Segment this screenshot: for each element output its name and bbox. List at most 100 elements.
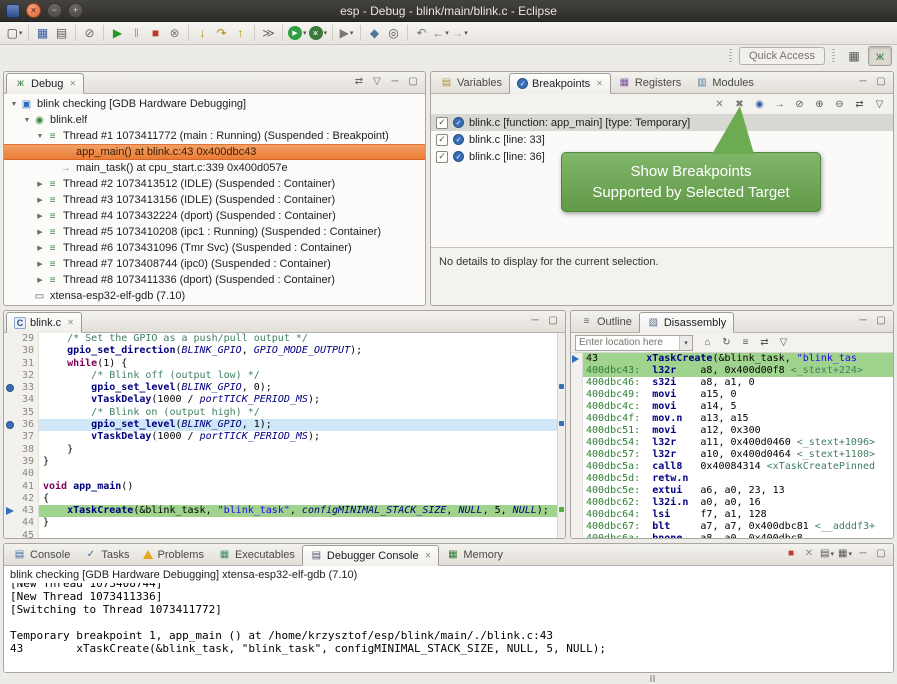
code-line-row[interactable]: 37 vTaskDelay(1000 / portTICK_PERIOD_MS)… [4, 431, 565, 443]
debug-tree-row[interactable]: ▶≡Thread #7 1073408744 (ipc0) (Suspended… [4, 256, 425, 272]
skip-all-breakpoints-button[interactable]: ⊘ [791, 96, 808, 112]
disassembly-line[interactable]: 400dbc57: l32r a10, 0x400d0464 <_stext+1… [583, 449, 893, 461]
link-with-debug-view-button[interactable]: ⇄ [851, 96, 868, 112]
open-perspective-button[interactable]: ▦ [842, 46, 866, 66]
code-line[interactable]: /* Blink off (output low) */ [39, 370, 565, 382]
debugger-console-output[interactable]: blink checking [GDB Hardware Debugging] … [4, 566, 893, 672]
debug-tree-row[interactable]: ▶≡Thread #3 1073413156 (IDLE) (Suspended… [4, 192, 425, 208]
disassembly-row[interactable]: 400dbc6a: bnone a8, a0, 0x400dbc8 [571, 533, 893, 538]
code-line-row[interactable]: 45 [4, 530, 565, 538]
disassembly-line[interactable]: 43 xTaskCreate(&blink_task, "blink_tas [583, 353, 893, 365]
disassembly-row[interactable]: 400dbc5d: retw.n [571, 473, 893, 485]
disassembly-row[interactable]: 400dbc62: l32i.n a0, a0, 16 [571, 497, 893, 509]
close-tab-icon[interactable]: ✕ [69, 79, 76, 88]
expander-icon[interactable]: ▶ [34, 244, 46, 252]
step-return-button[interactable]: ↑ [231, 24, 250, 43]
debug-perspective-button[interactable]: ж [868, 46, 892, 66]
expander-icon[interactable]: ▶ [34, 276, 46, 284]
disassembly-line[interactable]: 400dbc46: s32i a8, a1, 0 [583, 377, 893, 389]
debug-tree-row[interactable]: ▶≡Thread #8 1073411336 (dport) (Suspende… [4, 272, 425, 288]
tab-tasks[interactable]: ✓Tasks [77, 544, 136, 565]
editor-annotation-ruler[interactable] [4, 493, 17, 505]
editor-annotation-ruler[interactable] [4, 444, 17, 456]
debug-tree-row[interactable]: ▶≡Thread #6 1073431096 (Tmr Svc) (Suspen… [4, 240, 425, 256]
code-line[interactable]: } [39, 456, 565, 468]
external-tools-button[interactable]: ▶▾ [337, 24, 356, 43]
window-close-button[interactable] [26, 3, 41, 18]
expander-icon[interactable]: ▼ [8, 101, 20, 108]
disassembly-row[interactable]: 400dbc57: l32r a10, 0x400d0464 <_stext+1… [571, 449, 893, 461]
tab-executables[interactable]: ▦Executables [211, 544, 302, 565]
breakpoint-checkbox[interactable]: ✓ [436, 151, 448, 163]
expand-all-button[interactable]: ⊕ [811, 96, 828, 112]
editor-annotation-ruler[interactable] [4, 505, 17, 517]
maximize-button[interactable]: ▢ [873, 313, 889, 329]
maximize-button[interactable]: ▢ [545, 313, 561, 329]
forward-button[interactable]: →▾ [450, 24, 469, 43]
code-line-row[interactable]: 30 gpio_set_direction(BLINK_GPIO, GPIO_M… [4, 345, 565, 357]
new-wizard-button[interactable]: ▢▾ [5, 24, 24, 43]
code-line[interactable] [39, 530, 565, 538]
disassembly-row[interactable]: 43 xTaskCreate(&blink_task, "blink_tas [571, 353, 893, 365]
breakpoint-row[interactable]: ✓✓blink.c [line: 33] [431, 131, 893, 148]
view-menu-button[interactable]: ▽ [871, 96, 888, 112]
debug-tree-row[interactable]: ▶≡Thread #4 1073432224 (dport) (Suspende… [4, 208, 425, 224]
code-line[interactable]: /* Blink on (output high) */ [39, 407, 565, 419]
disassembly-row[interactable]: 400dbc54: l32r a11, 0x400d0460 <_stext+1… [571, 437, 893, 449]
back-button[interactable]: ←▾ [431, 24, 450, 43]
disassembly-row[interactable]: 400dbc46: s32i a8, a1, 0 [571, 377, 893, 389]
expander-icon[interactable]: ▼ [21, 117, 33, 124]
maximize-button[interactable]: ▢ [873, 546, 889, 562]
disassembly-line[interactable]: 400dbc4c: movi a14, 5 [583, 401, 893, 413]
code-line[interactable]: xTaskCreate(&blink_task, "blink_task", c… [39, 505, 565, 517]
print-button[interactable]: ▤ [52, 24, 71, 43]
code-line-row[interactable]: 38 } [4, 444, 565, 456]
tab-outline[interactable]: ≡Outline [573, 311, 639, 332]
tab-registers[interactable]: ▦Registers [611, 72, 688, 93]
disassembly-line[interactable]: 400dbc49: movi a15, 0 [583, 389, 893, 401]
breakpoint-marker-icon[interactable] [6, 384, 14, 392]
minimize-button[interactable]: ─ [855, 313, 871, 329]
editor-annotation-ruler[interactable] [4, 517, 17, 529]
window-minimize-button[interactable] [47, 3, 62, 18]
expander-icon[interactable]: ▶ [34, 196, 46, 204]
tab-debug[interactable]: жDebug✕ [6, 73, 84, 94]
code-line[interactable]: void app_main() [39, 481, 565, 493]
editor-annotation-ruler[interactable] [4, 370, 17, 382]
quick-access-button[interactable]: Quick Access [739, 47, 825, 65]
expander-icon[interactable]: ▶ [34, 212, 46, 220]
refresh-button[interactable]: ↻ [718, 335, 735, 351]
tab-variables[interactable]: ▤Variables [433, 72, 509, 93]
disassembly-line[interactable]: 400dbc4f: mov.n a13, a15 [583, 413, 893, 425]
step-over-button[interactable]: ↷ [212, 24, 231, 43]
breakpoint-row[interactable]: ✓✓blink.c [function: app_main] [type: Te… [431, 114, 893, 131]
instruction-stepping-button[interactable]: ≫ [259, 24, 278, 43]
editor-annotation-ruler[interactable] [4, 394, 17, 406]
code-line[interactable]: while(1) { [39, 358, 565, 370]
expander-icon[interactable]: ▶ [34, 260, 46, 268]
expander-icon[interactable]: ▼ [34, 133, 46, 140]
sash-handle[interactable] [650, 675, 655, 682]
minimize-button[interactable]: ─ [387, 74, 403, 90]
breakpoint-checkbox[interactable]: ✓ [436, 134, 448, 146]
code-line-row[interactable]: 40 [4, 468, 565, 480]
close-tab-icon[interactable]: ✕ [596, 79, 603, 88]
debug-tree-row[interactable]: ▼≡Thread #1 1073411772 (main : Running) … [4, 128, 425, 144]
disassembly-line[interactable]: 400dbc43: l32r a8, 0x400d00f8 <_stext+22… [583, 365, 893, 377]
skip-all-breakpoints-button[interactable]: ⊘ [80, 24, 99, 43]
overview-current-line-mark[interactable] [559, 507, 564, 512]
disassembly-row[interactable]: 400dbc51: movi a12, 0x300 [571, 425, 893, 437]
editor-annotation-ruler[interactable] [4, 345, 17, 357]
disassembly-row[interactable]: 400dbc4f: mov.n a13, a15 [571, 413, 893, 425]
terminate-button[interactable]: ■ [146, 24, 165, 43]
disassembly-row[interactable]: 400dbc5a: call8 0x40084314 <xTaskCreateP… [571, 461, 893, 473]
disassembly-line[interactable]: 400dbc51: movi a12, 0x300 [583, 425, 893, 437]
minimize-button[interactable]: ─ [855, 546, 871, 562]
tab-debugger-console[interactable]: ▤Debugger Console✕ [302, 545, 439, 566]
code-line[interactable]: } [39, 444, 565, 456]
disassembly-row[interactable]: 400dbc5e: extui a6, a0, 23, 13 [571, 485, 893, 497]
step-into-button[interactable]: ↓ [193, 24, 212, 43]
editor-annotation-ruler[interactable] [4, 358, 17, 370]
code-line-row[interactable]: 29 /* Set the GPIO as a push/pull output… [4, 333, 565, 345]
debug-tree-row[interactable]: →app_main() at blink.c:43 0x400dbc43 [4, 144, 425, 160]
